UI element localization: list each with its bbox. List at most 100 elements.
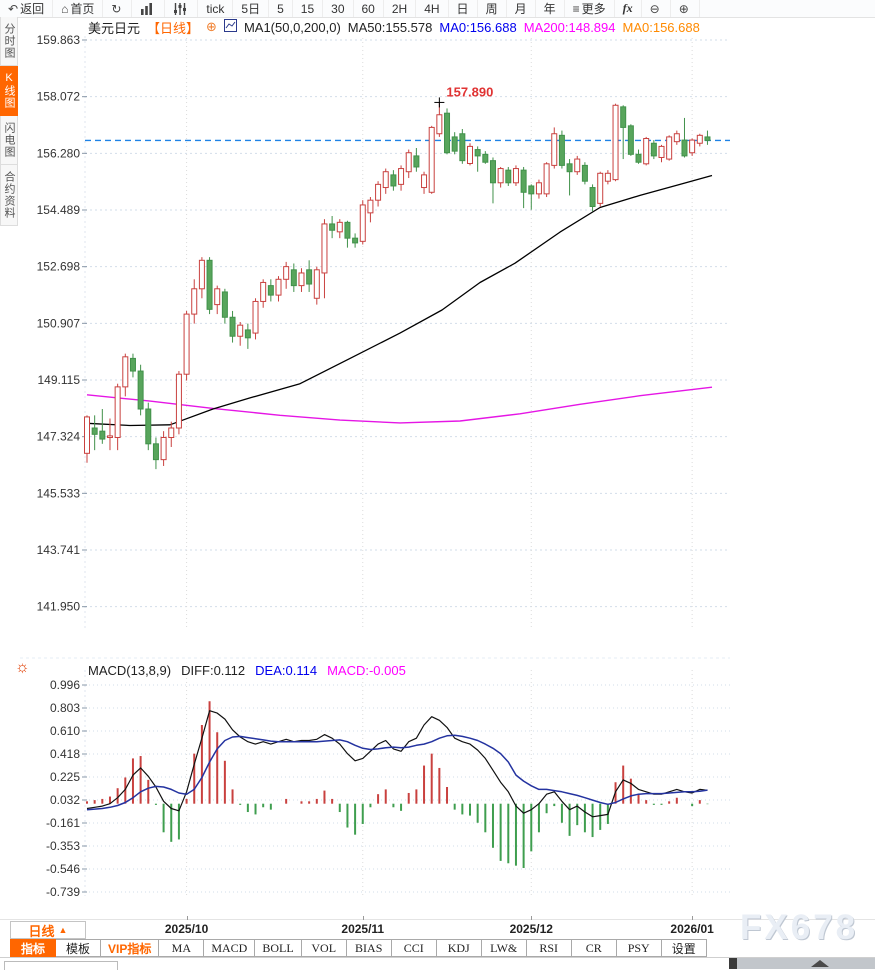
- svg-text:147.324: 147.324: [37, 430, 81, 444]
- circle-plus-icon[interactable]: ⊕: [206, 19, 217, 35]
- svg-text:143.741: 143.741: [37, 543, 81, 557]
- month-label: 2025/11: [333, 922, 393, 936]
- bottom-strip: [0, 958, 875, 970]
- month-label: 2025/12: [501, 922, 561, 936]
- tab-contract-info[interactable]: 合约资料: [0, 165, 18, 226]
- month-tick-mark: [363, 916, 364, 920]
- svg-text:0.610: 0.610: [50, 724, 80, 738]
- period-year-button[interactable]: 年: [536, 0, 565, 17]
- y-axis-labels: 159.863158.072156.280154.489152.698150.9…: [37, 33, 87, 899]
- period-tick-button-label: tick: [206, 2, 224, 16]
- period-5m-button-label: 5: [277, 2, 284, 16]
- period-4h-button[interactable]: 4H: [416, 0, 448, 17]
- period-60m-button-label: 60: [362, 2, 375, 16]
- kdj-button[interactable]: KDJ: [437, 939, 482, 957]
- period-5d-button[interactable]: 5日: [233, 0, 269, 17]
- trading-app: ↶返回⌂首页↻tick5日51530602H4H日周月年≡更多fx⊖⊕ 分时图K…: [0, 0, 875, 970]
- back-icon: ↶: [8, 3, 18, 15]
- period-2h-button-label: 2H: [392, 2, 407, 16]
- more-icon: ≡: [573, 3, 580, 15]
- svg-text:154.489: 154.489: [37, 203, 81, 217]
- symbol-title: 美元日元: [88, 18, 140, 37]
- period-week-button[interactable]: 周: [478, 0, 507, 17]
- diff-value: DIFF:0.112: [181, 663, 245, 678]
- ma200-value: MA200:148.894: [524, 20, 616, 35]
- zoom-out-icon: ⊖: [650, 3, 660, 15]
- period-tag: 【日线】: [147, 18, 199, 37]
- lw-button[interactable]: LW&: [482, 939, 527, 957]
- ma0-orange-value: MA0:156.688: [623, 20, 700, 35]
- svg-text:0.032: 0.032: [50, 793, 80, 807]
- period-5m-button[interactable]: 5: [269, 0, 293, 17]
- period-day-button[interactable]: 日: [449, 0, 478, 17]
- vip-indicator-button[interactable]: VIP指标: [101, 939, 159, 957]
- dea-line: [87, 735, 708, 810]
- cr-button[interactable]: CR: [572, 939, 617, 957]
- zoom-in-button[interactable]: ⊕: [671, 0, 700, 17]
- template-tab-button[interactable]: 模板: [56, 939, 101, 957]
- fx-button[interactable]: fx: [615, 0, 642, 17]
- macd-title: MACD(13,8,9): [88, 663, 171, 678]
- period-selector[interactable]: 日线 ▲: [10, 921, 86, 939]
- period-month-button[interactable]: 月: [507, 0, 536, 17]
- period-60m-button[interactable]: 60: [354, 0, 384, 17]
- home-button[interactable]: ⌂首页: [53, 0, 103, 17]
- back-button[interactable]: ↶返回: [0, 0, 53, 17]
- indicator-gear-icon[interactable]: ☼: [15, 660, 30, 676]
- dea-value: DEA:0.114: [255, 663, 317, 678]
- zoom-out-button[interactable]: ⊖: [642, 0, 671, 17]
- tab-kline-chart[interactable]: K线图: [0, 66, 18, 116]
- period-month-button-label: 月: [515, 0, 527, 17]
- date-axis-row: 日线 ▲ 2025/102025/112025/122026/01: [0, 919, 875, 940]
- period-selector-label: 日线: [29, 921, 55, 940]
- chart-style-button[interactable]: [132, 0, 165, 17]
- period-week-button-label: 周: [486, 0, 498, 17]
- draw-tools-button[interactable]: [165, 0, 198, 17]
- period-day-button-label: 日: [457, 0, 469, 17]
- back-button-label: 返回: [20, 0, 44, 17]
- indicator-toolbar: 指标模板VIP指标MAMACDBOLLVOLBIASCCIKDJLW&RSICR…: [0, 939, 875, 958]
- bias-button[interactable]: BIAS: [347, 939, 392, 957]
- period-30m-button[interactable]: 30: [323, 0, 353, 17]
- psy-button[interactable]: PSY: [617, 939, 662, 957]
- scroll-handle-icon[interactable]: [811, 960, 829, 967]
- price-annotation: 157.890: [434, 84, 493, 107]
- refresh-button[interactable]: ↻: [103, 0, 132, 17]
- zoom-in-icon: ⊕: [679, 3, 689, 15]
- horizontal-scrollbar[interactable]: [737, 958, 875, 969]
- macd-value: MACD:-0.005: [327, 663, 406, 678]
- settings-button[interactable]: 设置: [662, 939, 707, 957]
- cci-button[interactable]: CCI: [392, 939, 437, 957]
- rsi-button[interactable]: RSI: [527, 939, 572, 957]
- month-tick-mark: [531, 916, 532, 920]
- candlestick-and-macd-chart[interactable]: 159.863158.072156.280154.489152.698150.9…: [0, 30, 875, 915]
- candles-group: [85, 102, 710, 469]
- more-button[interactable]: ≡更多: [565, 0, 615, 17]
- tab-time-chart[interactable]: 分时图: [0, 17, 18, 66]
- chart-style-icon: [140, 3, 154, 15]
- cutoff-element: [4, 961, 118, 970]
- svg-text:0.418: 0.418: [50, 747, 80, 761]
- macd-button[interactable]: MACD: [204, 939, 255, 957]
- chart-header: 美元日元 【日线】 ⊕ MA1(50,0,200,0) MA50:155.578…: [88, 19, 700, 35]
- boll-button[interactable]: BOLL: [255, 939, 301, 957]
- svg-text:-0.546: -0.546: [46, 862, 80, 876]
- period-2h-button[interactable]: 2H: [384, 0, 416, 17]
- period-30m-button-label: 30: [331, 2, 344, 16]
- indicator-tab-button[interactable]: 指标: [10, 939, 56, 957]
- home-button-label: 首页: [70, 0, 94, 17]
- ma-chart-icon[interactable]: [224, 19, 237, 35]
- tab-lightning-chart[interactable]: 闪电图: [0, 116, 18, 165]
- period-15m-button[interactable]: 15: [293, 0, 323, 17]
- ma-button[interactable]: MA: [159, 939, 204, 957]
- top-toolbar: ↶返回⌂首页↻tick5日51530602H4H日周月年≡更多fx⊖⊕: [0, 0, 875, 18]
- svg-text:-0.161: -0.161: [46, 816, 80, 830]
- period-tick-button[interactable]: tick: [198, 0, 233, 17]
- svg-text:145.533: 145.533: [37, 486, 81, 500]
- left-sidebar: 分时图K线图闪电图合约资料: [0, 17, 17, 226]
- triangle-up-icon: ▲: [59, 925, 68, 935]
- vol-button[interactable]: VOL: [302, 939, 347, 957]
- month-tick-mark: [692, 916, 693, 920]
- svg-text:156.280: 156.280: [37, 146, 81, 160]
- svg-text:-0.353: -0.353: [46, 839, 80, 853]
